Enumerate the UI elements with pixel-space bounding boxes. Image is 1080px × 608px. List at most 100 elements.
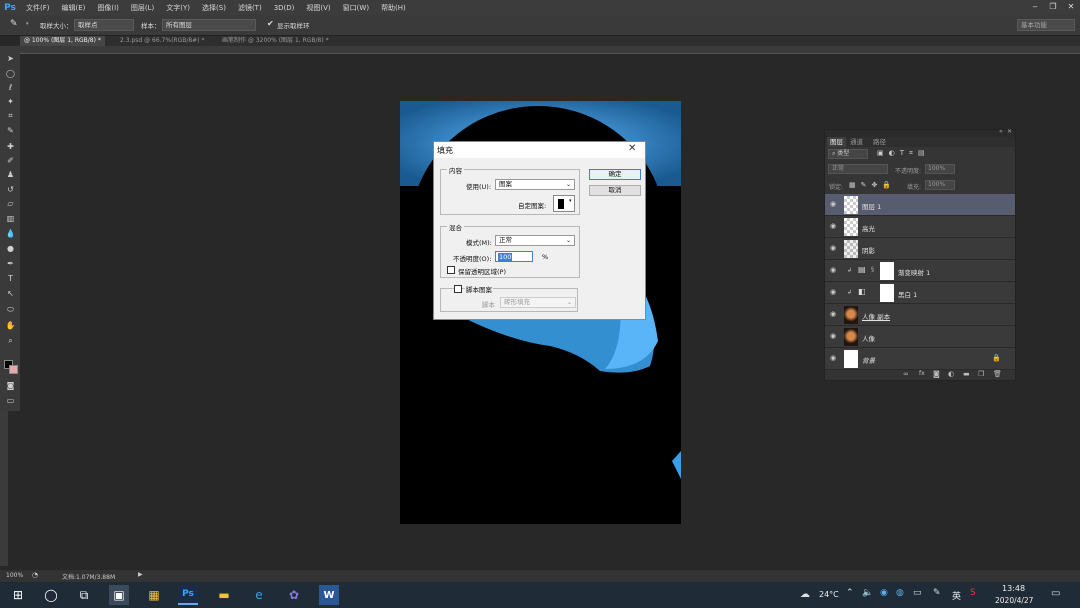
ok-button[interactable]: 确定: [589, 169, 641, 180]
script-pattern-checkbox[interactable]: [454, 285, 462, 293]
tab-channels[interactable]: 通道: [850, 137, 863, 147]
zoom-tool-icon[interactable]: ⌕: [4, 334, 17, 347]
eraser-tool-icon[interactable]: ▱: [4, 197, 17, 210]
hand-tool-icon[interactable]: ✋: [4, 319, 17, 332]
volume-icon[interactable]: 🔈: [862, 588, 873, 598]
background-color-swatch[interactable]: [9, 365, 18, 374]
eye-icon[interactable]: ◉: [830, 222, 836, 230]
video-app-icon[interactable]: ▣: [109, 585, 129, 605]
preserve-transparency-checkbox[interactable]: [447, 266, 455, 274]
tab-document-2[interactable]: 2.3.psd @ 66.7%(RGB/8#) *: [116, 36, 208, 46]
close-icon[interactable]: ✕: [1007, 128, 1012, 135]
cancel-button[interactable]: 取消: [589, 185, 641, 196]
notification-icon[interactable]: ▭: [1051, 588, 1060, 599]
menu-type[interactable]: 文字(Y): [160, 3, 196, 13]
layer-row[interactable]: ◉ ↲ ◧ 黑白 1: [825, 282, 1015, 304]
file-explorer-icon[interactable]: ▬: [214, 585, 234, 605]
menu-edit[interactable]: 编辑(E): [56, 3, 92, 13]
layer-row[interactable]: ◉ 高光: [825, 216, 1015, 238]
fill-field[interactable]: 100%: [925, 180, 955, 190]
layer-row[interactable]: ◉ 图层 1: [825, 194, 1015, 216]
edge-browser-icon[interactable]: e: [249, 585, 269, 605]
weather-icon[interactable]: ☁: [800, 589, 810, 600]
opacity-field[interactable]: 100%: [925, 164, 955, 174]
chevron-down-icon[interactable]: ▾: [26, 21, 29, 27]
layer-row[interactable]: ◉ 背景 🔒: [825, 348, 1015, 370]
photoshop-taskbar-icon[interactable]: Ps: [178, 585, 198, 605]
mode-select[interactable]: 正常 ⌄: [495, 235, 575, 246]
brush-tool-icon[interactable]: ✐: [4, 154, 17, 167]
tab-document-1[interactable]: @ 100% (图层 1, RGB/8) *: [20, 36, 105, 46]
crop-tool-icon[interactable]: ⌗: [4, 109, 17, 122]
history-brush-icon[interactable]: ↺: [4, 183, 17, 196]
use-select[interactable]: 图案 ⌄: [495, 179, 575, 190]
tray-app-icon[interactable]: ◉: [880, 588, 888, 598]
link-layers-icon[interactable]: ∞: [903, 370, 909, 378]
task-view-icon[interactable]: ⧉: [74, 585, 94, 605]
eye-icon[interactable]: ◉: [830, 288, 836, 296]
magic-wand-icon[interactable]: ✦: [4, 95, 17, 108]
menu-view[interactable]: 视图(V): [300, 3, 336, 13]
sample-select[interactable]: 所有图层: [162, 19, 256, 31]
pen-tool-icon[interactable]: ✒: [4, 257, 17, 270]
kind-filter-select[interactable]: ⌕ 类型: [828, 149, 868, 159]
chevron-up-icon[interactable]: ⌃: [846, 588, 854, 598]
lasso-tool-icon[interactable]: ℓ: [4, 81, 17, 94]
fx-icon[interactable]: fx: [919, 370, 925, 377]
game-app-icon[interactable]: ✿: [284, 585, 304, 605]
app-icon[interactable]: ▦: [144, 585, 164, 605]
layer-row[interactable]: ◉ ↲ ▤ § 渐变映射 1: [825, 260, 1015, 282]
eye-icon[interactable]: ◉: [830, 200, 836, 208]
healing-brush-icon[interactable]: ✚: [4, 140, 17, 153]
eye-icon[interactable]: ◉: [830, 354, 836, 362]
menu-3d[interactable]: 3D(D): [268, 4, 301, 12]
collapse-icon[interactable]: «: [999, 128, 1003, 135]
lock-icons[interactable]: ▦✎✥🔒: [849, 181, 896, 189]
new-layer-icon[interactable]: ❐: [978, 370, 984, 378]
restore-icon[interactable]: ❐: [1044, 0, 1062, 12]
pen-icon[interactable]: ✎: [933, 588, 941, 598]
adjustment-layer-icon[interactable]: ◐: [948, 370, 954, 378]
filter-icons[interactable]: ▣◐T⌗▤: [877, 149, 930, 158]
blur-tool-icon[interactable]: 💧: [4, 227, 17, 240]
add-mask-icon[interactable]: ◙: [933, 370, 940, 378]
layer-row[interactable]: ◉ 阴影: [825, 238, 1015, 260]
search-icon[interactable]: ◯: [41, 585, 61, 605]
tab-paths[interactable]: 路径: [873, 137, 886, 147]
tab-document-3[interactable]: 画笔制作 @ 3200% (图层 1, RGB/8) *: [218, 36, 333, 46]
pattern-picker[interactable]: ▾: [553, 195, 575, 212]
menu-layer[interactable]: 图层(L): [125, 3, 160, 13]
eye-icon[interactable]: ◉: [830, 266, 836, 274]
chevron-right-icon[interactable]: ▶: [138, 571, 143, 578]
info-icon[interactable]: ◔: [32, 571, 38, 579]
blend-mode-select[interactable]: 正常: [828, 164, 888, 174]
show-ring-checkbox[interactable]: ✔: [267, 19, 274, 28]
eye-icon[interactable]: ◉: [830, 244, 836, 252]
menu-filter[interactable]: 滤镜(T): [232, 3, 268, 13]
script-select[interactable]: 砖形填充 ⌄: [500, 297, 576, 308]
eye-icon[interactable]: ◉: [830, 310, 836, 318]
marquee-tool-icon[interactable]: ◯: [4, 67, 17, 80]
tab-layers[interactable]: 图层: [827, 137, 846, 147]
minimize-icon[interactable]: ‒: [1026, 0, 1044, 12]
menu-select[interactable]: 选择(S): [196, 3, 232, 13]
tray-app-icon-2[interactable]: ◍: [896, 588, 904, 598]
menu-file[interactable]: 文件(F): [20, 3, 56, 13]
group-folder-icon[interactable]: ▬: [963, 370, 970, 378]
type-tool-icon[interactable]: T: [4, 272, 17, 285]
workspace-select[interactable]: 基本功能: [1017, 19, 1075, 31]
path-selection-icon[interactable]: ↖: [4, 287, 17, 300]
eyedropper-icon[interactable]: ✎: [10, 19, 18, 29]
clock-date[interactable]: 2020/4/27: [995, 596, 1033, 605]
close-icon[interactable]: ✕: [628, 143, 636, 154]
word-icon[interactable]: W: [319, 585, 339, 605]
close-icon[interactable]: ✕: [1062, 0, 1080, 12]
sogou-input-icon[interactable]: S: [970, 588, 976, 598]
layer-row[interactable]: ◉ 人像: [825, 326, 1015, 348]
menu-help[interactable]: 帮助(H): [375, 3, 412, 13]
clock-time[interactable]: 13:48: [1002, 584, 1025, 593]
screen-mode-icon[interactable]: ▭: [4, 394, 17, 407]
quick-mask-icon[interactable]: ◙: [4, 379, 17, 392]
windows-start-icon[interactable]: ⊞: [8, 585, 28, 605]
move-tool-icon[interactable]: ➤: [4, 52, 17, 65]
